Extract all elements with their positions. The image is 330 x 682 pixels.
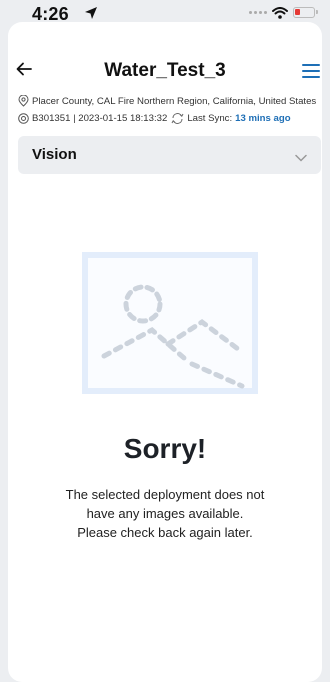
page-title: Water_Test_3 <box>104 60 226 81</box>
hamburger-menu-icon[interactable] <box>302 64 320 83</box>
device-row: B301351 | 2023-01-15 18:13:32 Last Sync:… <box>18 113 291 124</box>
sync-icon <box>171 113 184 124</box>
header: Water_Test_3 <box>8 58 322 86</box>
chevron-down-icon <box>295 149 307 167</box>
location-row: Placer County, CAL Fire Northern Region,… <box>18 95 316 107</box>
image-placeholder-icon <box>82 252 258 399</box>
view-dropdown[interactable]: Vision <box>18 136 321 174</box>
device-info: B301351 | 2023-01-15 18:13:32 <box>32 113 168 124</box>
main-card: Water_Test_3 Placer County, CAL Fire Nor… <box>8 22 322 682</box>
battery-icon <box>293 7 318 18</box>
empty-state-heading: Sorry! <box>123 433 207 464</box>
signal-icon <box>249 11 267 14</box>
empty-state-message: The selected deployment does not have an… <box>48 485 282 542</box>
sync-value: 13 mins ago <box>235 113 291 124</box>
message-line: Please check back again later. <box>77 525 253 540</box>
sync-label: Last Sync: <box>187 113 233 124</box>
map-pin-icon <box>18 95 29 107</box>
dropdown-selected: Vision <box>32 146 77 163</box>
location-text: Placer County, CAL Fire Northern Region,… <box>32 95 317 107</box>
message-line: The selected deployment does not <box>65 487 265 502</box>
message-line: have any images available. <box>86 506 244 521</box>
camera-icon <box>18 113 29 124</box>
